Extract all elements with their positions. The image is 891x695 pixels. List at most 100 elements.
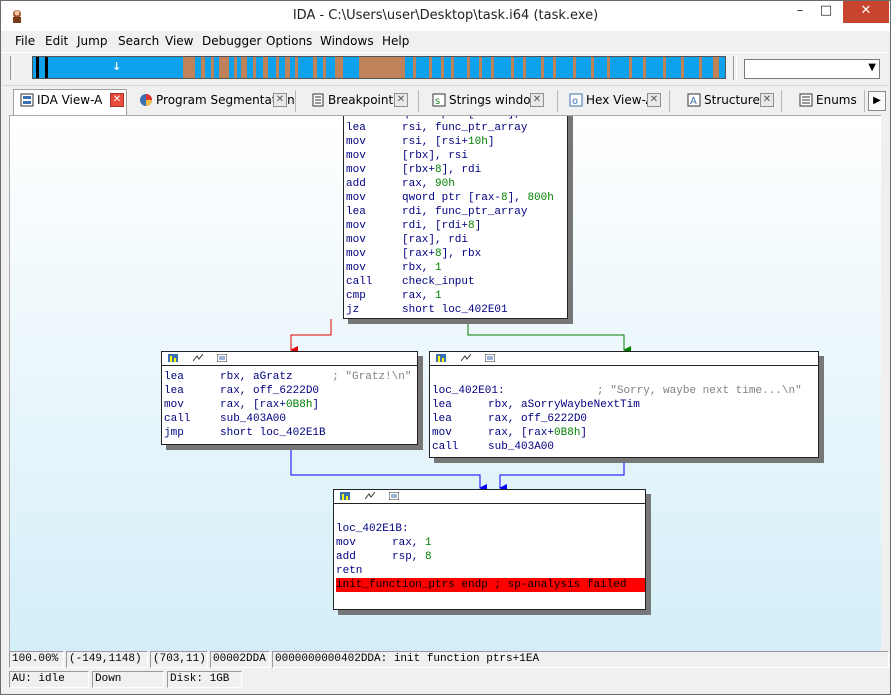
instruction-line[interactable]: mov rax, [rax+0B8h] (164, 398, 417, 412)
operands[interactable]: sub_403A00 (220, 413, 286, 425)
code-line-label[interactable]: loc_402E1B: (336, 522, 645, 536)
tab-ida-view-a[interactable]: IDA View-A ✕ (13, 89, 127, 115)
node-color-icon[interactable] (436, 354, 446, 362)
sp-analysis-error-line[interactable]: init_function_ptrs endp ; sp-analysis fa… (336, 578, 645, 592)
operands[interactable]: [rax], rdi (402, 234, 468, 246)
graph-node-top[interactable]: mov qword ptr [rbx-8], 800h lea rsi, func_p… (343, 116, 568, 319)
tab-enums[interactable]: Enums (793, 90, 865, 112)
node-color-icon[interactable] (340, 492, 350, 500)
instruction-line[interactable]: mov [rbx+8], rdi (346, 163, 567, 177)
instruction-line[interactable]: call sub_403A00 (164, 412, 417, 426)
operands[interactable]: short loc_402E1B (220, 427, 326, 439)
instruction-line[interactable]: call check_input (346, 275, 567, 289)
label-loc-402e01[interactable]: loc_402E01: (432, 385, 505, 397)
tab-program-segmentation[interactable]: Program Segmentation ✕ (133, 90, 296, 112)
minimize-button[interactable]: – (787, 1, 813, 23)
maximize-button[interactable]: □ (813, 1, 839, 23)
instruction-line[interactable]: retn (336, 564, 645, 578)
node-graph-icon[interactable] (364, 492, 375, 500)
menu-view[interactable]: View (165, 34, 193, 48)
tab-close-icon[interactable]: ✕ (647, 93, 661, 107)
operands[interactable]: rax, [rax+0B8h] (488, 427, 587, 439)
instruction-line[interactable]: mov rdi, [rdi+8] (346, 219, 567, 233)
operands[interactable]: [rbx], rsi (402, 150, 468, 162)
operands[interactable]: rsp, 8 (392, 551, 432, 563)
instruction-line[interactable]: mov [rax+8], rbx (346, 247, 567, 261)
operands[interactable]: rax, 1 (402, 290, 442, 302)
node-graph-icon[interactable] (192, 354, 203, 362)
menu-debugger[interactable]: Debugger (202, 34, 261, 48)
instruction-line[interactable]: lea rbx, aGratz ; "Gratz!\n" (164, 370, 417, 384)
operands[interactable]: rax, [rax+0B8h] (220, 399, 319, 411)
operands[interactable]: qword ptr [rbx-8], 800h (402, 116, 554, 120)
instruction-line[interactable]: mov rax, [rax+0B8h] (432, 426, 818, 440)
instruction-line[interactable]: lea rax, off_6222D0 (432, 412, 818, 426)
tab-structures[interactable]: A Structures ✕ (681, 90, 782, 112)
operands[interactable]: rbx, 1 (402, 262, 442, 274)
menu-options[interactable]: Options (266, 34, 312, 48)
instruction-line[interactable]: lea rdi, func_ptr_array (346, 205, 567, 219)
tab-breakpoints[interactable]: Breakpoints ✕ (305, 90, 419, 112)
edge-jump-right[interactable] (499, 458, 625, 492)
menu-jump[interactable]: Jump (77, 34, 107, 48)
edge-true-branch[interactable] (467, 319, 631, 354)
operands[interactable]: [rax+8], rbx (402, 248, 481, 260)
instruction-line[interactable]: call sub_403A00 (432, 440, 818, 454)
operands[interactable]: rsi, func_ptr_array (402, 122, 527, 134)
code-line-label[interactable]: loc_402E01: ; "Sorry, waybe next time...… (432, 384, 818, 398)
operands[interactable]: rbx, aSorryWaybeNextTim (488, 399, 640, 411)
operands[interactable]: rax, off_6222D0 (220, 385, 319, 397)
toolbar-grip[interactable] (10, 56, 14, 80)
operands[interactable]: [rbx+8], rdi (402, 164, 481, 176)
instruction-line[interactable]: mov [rax], rdi (346, 233, 567, 247)
instruction-line[interactable]: cmp rax, 1 (346, 289, 567, 303)
navigation-dropdown[interactable]: ▼ (744, 59, 880, 79)
instruction-line[interactable]: mov qword ptr [rax-8], 800h (346, 191, 567, 205)
tab-scroll-right-button[interactable]: ▶ (868, 91, 886, 111)
operands[interactable]: short loc_402E01 (402, 304, 508, 316)
instruction-line[interactable]: add rax, 90h (346, 177, 567, 191)
menu-edit[interactable]: Edit (45, 34, 68, 48)
menu-search[interactable]: Search (118, 34, 159, 48)
graph-node-exit[interactable]: loc_402E1B: mov rax, 1 add rsp, 8 retn init_… (333, 489, 646, 610)
instruction-line[interactable]: mov [rbx], rsi (346, 149, 567, 163)
node-text-icon[interactable] (217, 354, 228, 362)
instruction-line[interactable]: jmp short loc_402E1B (164, 426, 417, 440)
node-text-icon[interactable] (389, 492, 400, 500)
chevron-down-icon[interactable]: ▼ (868, 62, 876, 73)
label-loc-402e1b[interactable]: loc_402E1B: (336, 523, 409, 535)
tab-close-icon[interactable]: ✕ (110, 93, 124, 107)
node-color-icon[interactable] (168, 354, 178, 362)
operands[interactable]: rdi, [rdi+8] (402, 220, 481, 232)
menu-help[interactable]: Help (382, 34, 409, 48)
instruction-line[interactable]: mov rsi, [rsi+10h] (346, 135, 567, 149)
instruction-line[interactable]: jz short loc_402E01 (346, 303, 567, 317)
operands[interactable]: rsi, [rsi+10h] (402, 136, 494, 148)
instruction-line[interactable]: lea rax, off_6222D0 (164, 384, 417, 398)
navigation-band[interactable]: ↓ (32, 56, 726, 79)
close-button[interactable]: ✕ (843, 1, 889, 23)
graph-view[interactable]: mov qword ptr [rbx-8], 800h lea rsi, func_p… (9, 115, 881, 651)
edge-false-branch[interactable] (290, 319, 332, 354)
operands[interactable]: check_input (402, 276, 475, 288)
operands[interactable]: rax, off_6222D0 (488, 413, 587, 425)
node-text-icon[interactable] (485, 354, 496, 362)
operands[interactable]: rbx, aGratz (220, 371, 293, 383)
tab-strings-window[interactable]: s Strings window ✕ (426, 90, 558, 112)
operands[interactable]: rax, 90h (402, 178, 455, 190)
instruction-line[interactable]: mov rax, 1 (336, 536, 645, 550)
menu-windows[interactable]: Windows (320, 34, 374, 48)
instruction-line[interactable]: mov rbx, 1 (346, 261, 567, 275)
tab-hex-view-a[interactable]: o Hex View-A ✕ (563, 90, 670, 112)
operands[interactable]: qword ptr [rax-8], 800h (402, 192, 554, 204)
instruction-line[interactable]: lea rbx, aSorryWaybeNextTim (432, 398, 818, 412)
toolbar-grip[interactable] (733, 56, 737, 80)
menu-file[interactable]: File (15, 34, 35, 48)
node-graph-icon[interactable] (460, 354, 471, 362)
graph-node-gratz[interactable]: lea rbx, aGratz ; "Gratz!\n" lea rax, off_6… (161, 351, 418, 445)
graph-node-sorry[interactable]: loc_402E01: ; "Sorry, waybe next time...… (429, 351, 819, 458)
instruction-line[interactable]: lea rsi, func_ptr_array (346, 121, 567, 135)
instruction-line[interactable]: add rsp, 8 (336, 550, 645, 564)
operands[interactable]: rdi, func_ptr_array (402, 206, 527, 218)
operands[interactable]: sub_403A00 (488, 441, 554, 453)
